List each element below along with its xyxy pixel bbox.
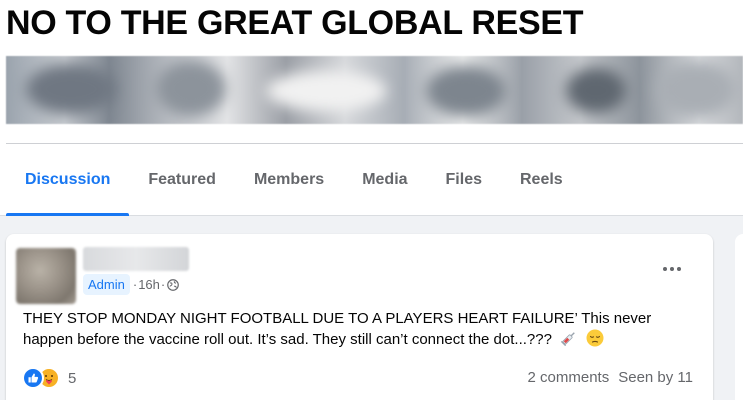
reaction-count: 5 <box>68 369 77 387</box>
post-text: THEY STOP MONDAY NIGHT FOOTBALL DUE TO A… <box>23 309 693 353</box>
dot-icon <box>677 267 681 271</box>
globe-icon[interactable] <box>167 278 180 291</box>
tab-reels[interactable]: Reels <box>501 144 582 216</box>
tab-featured[interactable]: Featured <box>129 144 235 216</box>
group-header: NO TO THE GREAT GLOBAL RESET Discussion … <box>0 0 743 216</box>
dot-icon <box>670 267 674 271</box>
syringe-icon <box>560 329 578 353</box>
meta-separator: · <box>160 277 166 292</box>
pensive-face-icon <box>586 329 604 353</box>
post-body: THEY STOP MONDAY NIGHT FOOTBALL DUE TO A… <box>23 310 652 348</box>
meta-separator: · <box>132 277 138 292</box>
post-timestamp[interactable]: 16h <box>138 277 160 292</box>
tab-files[interactable]: Files <box>427 144 501 216</box>
comments-link[interactable]: 2 comments <box>528 369 610 386</box>
group-tabs: Discussion Featured Members Media Files … <box>6 144 582 216</box>
dot-icon <box>663 267 667 271</box>
tab-discussion[interactable]: Discussion <box>6 144 130 216</box>
more-options-button[interactable] <box>657 260 687 278</box>
admin-badge: Admin <box>83 274 130 295</box>
post-meta: Admin · 16h · <box>83 274 180 295</box>
author-name-redacted[interactable] <box>83 247 189 271</box>
tab-media[interactable]: Media <box>343 144 426 216</box>
cover-photo[interactable] <box>6 56 743 124</box>
tab-members[interactable]: Members <box>235 144 343 216</box>
like-icon <box>22 367 44 389</box>
reactions-summary[interactable]: 5 <box>22 367 76 389</box>
engagement-stats: 2 comments Seen by 11 <box>528 369 693 386</box>
seen-by-count[interactable]: Seen by 11 <box>618 369 693 386</box>
group-title: NO TO THE GREAT GLOBAL RESET <box>6 4 584 42</box>
feed-post: Admin · 16h · THEY STOP MONDAY NIGHT FOO… <box>6 234 713 400</box>
avatar[interactable] <box>16 248 76 304</box>
next-card-edge <box>735 234 743 400</box>
